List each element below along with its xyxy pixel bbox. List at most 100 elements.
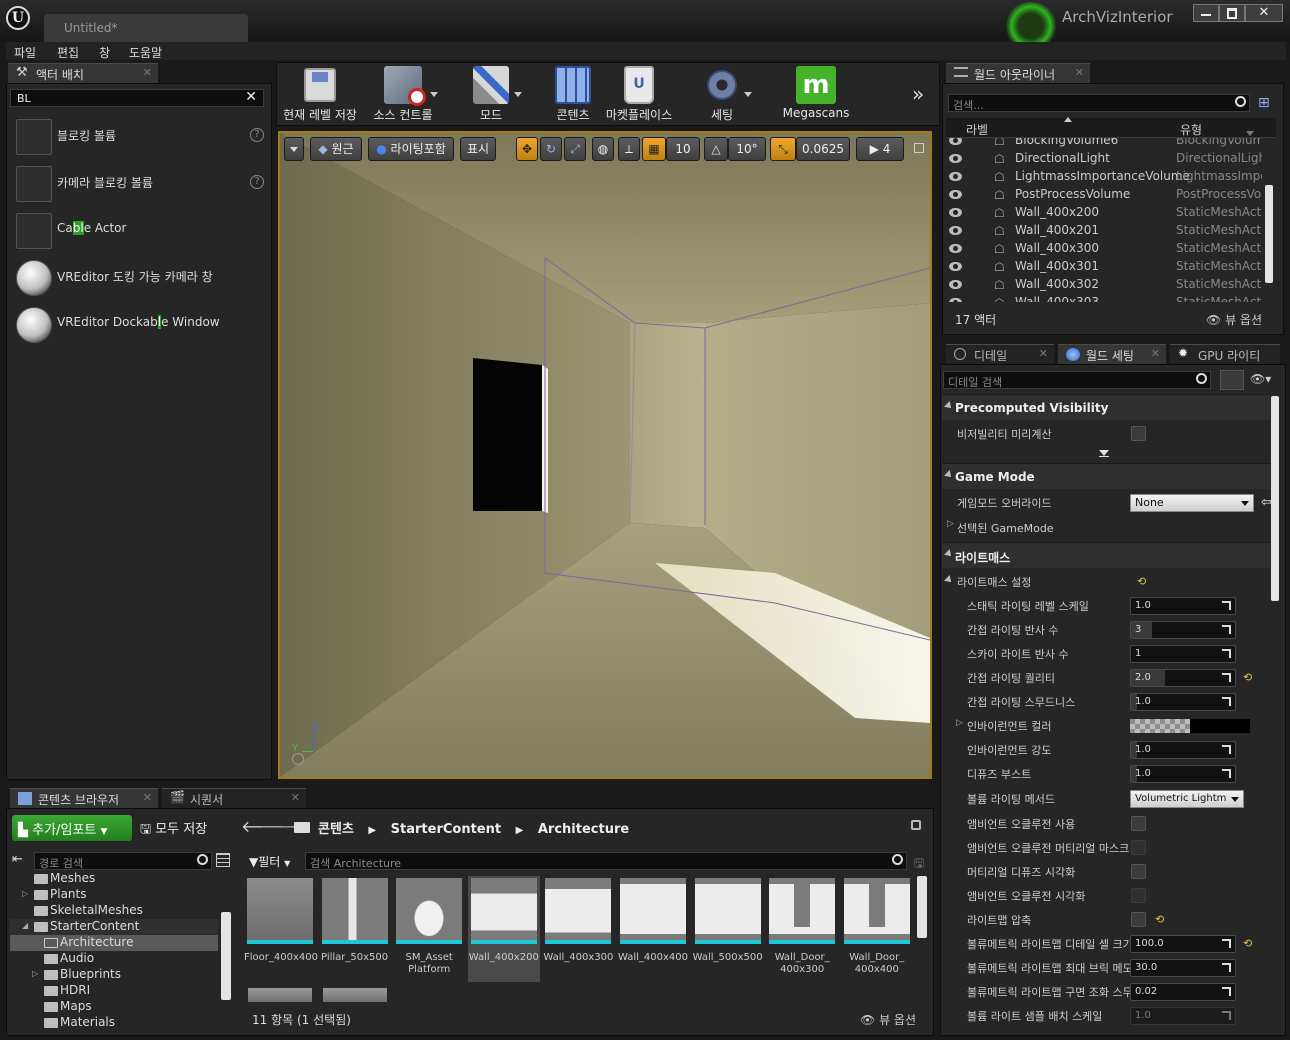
folder-tree-item[interactable]: SkeletalMeshes [10,903,218,919]
document-tab[interactable]: Untitled* [44,14,248,42]
property-number-field[interactable]: 2.0 [1130,669,1236,687]
visibility-eye-icon[interactable] [949,298,962,302]
rotation-snap-value[interactable]: 10° [728,137,766,161]
actor-list-item[interactable]: 카메라 블로킹 볼륨? [8,161,266,207]
close-icon[interactable]: ✕ [143,66,152,79]
actor-list-item[interactable]: 블로킹 볼륨? [8,114,266,160]
tab-world-outliner[interactable]: 월드 아웃라이너 ✕ [946,63,1090,83]
property-selected-gamemode[interactable]: ▷ 선택된 GameMode [942,515,1270,539]
asset-tile[interactable]: SM_Asset Platform [393,876,465,982]
outliner-row[interactable]: ☖ PostProcessVolume PostProcessVol [946,186,1272,204]
property-checkbox[interactable] [1131,912,1146,927]
visibility-eye-icon[interactable] [949,226,962,235]
close-icon[interactable]: ✕ [291,791,300,804]
category-lightmass[interactable]: 라이트매스 [942,542,1270,568]
reset-to-default-icon[interactable]: ⟲ [1243,671,1252,684]
help-icon[interactable]: ? [250,175,264,189]
property-checkbox[interactable] [1131,864,1146,879]
actor-list-item[interactable]: VREditor 도킹 가능 카메라 창 [8,255,266,301]
outliner-row[interactable]: ☖ Wall_400x303 StaticMeshActo [946,294,1272,302]
asset-tile[interactable]: Pillar_50x500 [319,876,391,982]
actor-list-item[interactable]: VREditor Dockable Window [8,302,266,348]
save-level-button[interactable]: 현재 레벨 저장 [280,64,360,124]
outliner-row[interactable]: ☖ Wall_400x301 StaticMeshActo [946,258,1272,276]
settings-button[interactable]: 세팅 [692,64,752,124]
property-number-field[interactable]: 3 [1130,621,1236,639]
tree-scrollbar[interactable] [221,912,231,1000]
actor-search-input[interactable]: BL ✕ [10,89,264,107]
rotation-snap-toggle[interactable]: △ [704,137,728,161]
visibility-eye-icon[interactable] [949,138,962,145]
chevron-down-icon[interactable] [430,92,438,97]
property-number-field[interactable]: 1.0 [1130,693,1236,711]
folder-tree-item[interactable]: Materials [10,1015,218,1031]
maximize-button[interactable] [1219,4,1245,22]
visibility-eye-icon[interactable] [949,190,962,199]
property-number-field[interactable]: 1 [1130,645,1236,663]
reset-to-default-icon[interactable]: ⟲ [1243,937,1252,950]
asset-tile[interactable]: Wall_Door_ 400x300 [766,876,838,982]
folder-tree-item[interactable]: Architecture [10,935,218,951]
outliner-scrollbar[interactable] [1265,185,1273,283]
modes-button[interactable]: 모드 [460,64,522,124]
save-search-icon[interactable]: 🖫 [914,854,924,875]
folder-tree-item[interactable]: ▷ Blueprints [10,967,218,983]
visibility-eye-icon[interactable] [949,172,962,181]
visibility-eye-icon[interactable] [949,208,962,217]
outliner-row[interactable]: ☖ DirectionalLight DirectionalLight [946,150,1272,168]
precompute-visibility-checkbox[interactable] [1131,426,1146,441]
scale-snap-value[interactable]: 0.0625 [796,137,850,161]
folder-tree-item[interactable]: Maps [10,999,218,1015]
property-number-field[interactable]: 100.0 [1130,935,1236,953]
minimize-button[interactable] [1193,4,1219,22]
property-checkbox[interactable] [1131,816,1146,831]
close-icon[interactable]: ✕ [1039,347,1048,360]
visibility-eye-icon[interactable] [949,154,962,163]
expand-icon[interactable]: ▷ [22,889,28,898]
help-icon[interactable]: ? [250,128,264,142]
asset-tile[interactable]: Floor_400x400 [244,876,318,982]
asset-search-input[interactable]: 검색 Architecture [305,852,907,870]
content-button[interactable]: 콘텐츠 [546,64,600,124]
show-button[interactable]: 표시 [460,137,496,161]
menu-edit[interactable]: 편집 [57,44,79,61]
folder-tree-item[interactable]: Audio [10,951,218,967]
clear-search-icon[interactable]: ✕ [245,89,257,105]
outliner-row[interactable]: ☖ LightmassImportanceVolume LightmassImp… [946,168,1272,186]
close-button[interactable]: ✕ [1245,4,1283,22]
gamemode-override-dropdown[interactable]: None [1130,494,1254,512]
lit-button[interactable]: ● 라이팅포함 [368,137,454,161]
folder-tree-item[interactable]: HDRI [10,983,218,999]
marketplace-button[interactable]: U 마켓플레이스 [600,64,678,124]
col-label[interactable]: 라벨 [966,121,988,138]
lock-icon[interactable] [911,820,921,830]
asset-tile[interactable]: Wall_400x300 [542,876,614,982]
outliner-view-options-button[interactable]: 👁 뷰 옵션 [1206,311,1262,328]
translate-tool-button[interactable]: ✥ [516,137,538,161]
col-type[interactable]: 유형 [1180,121,1202,138]
content-view-options-button[interactable]: 👁 뷰 옵션 [860,1011,916,1028]
visibility-eye-icon[interactable] [949,262,962,271]
property-number-field[interactable]: 1.0 [1130,1007,1236,1025]
visibility-eye-icon[interactable] [949,244,962,253]
folder-tree-item[interactable]: ▷ Plants [10,887,218,903]
toolbar-expand-icon[interactable]: » [912,82,924,106]
surface-snap-button[interactable]: ⟂ [618,137,640,161]
asset-thumb-partial[interactable] [248,988,312,1002]
volume-lighting-method-dropdown[interactable]: Volumetric Lightm [1130,790,1244,808]
environment-color-swatch[interactable] [1130,719,1250,733]
reset-to-default-icon[interactable]: ⟲ [1155,913,1164,926]
scale-snap-toggle[interactable]: ⤡ [770,137,796,161]
menu-window[interactable]: 창 [99,44,110,61]
expand-icon[interactable]: ◢ [22,921,28,930]
breadcrumb-architecture[interactable]: Architecture [538,822,629,837]
details-search-input[interactable]: 디테일 검색 [943,371,1211,389]
property-number-field[interactable]: 1.0 [1130,765,1236,783]
breadcrumb-startercontent[interactable]: StarterContent [391,822,501,837]
add-import-button[interactable]: ▙ 추가/임포트 ▼ [12,815,132,841]
close-icon[interactable]: ✕ [1075,66,1084,79]
breadcrumb-content[interactable]: 콘텐츠 [318,822,354,837]
sources-toggle-icon[interactable]: ⇤ [12,852,23,867]
expand-icon[interactable]: ▷ [32,969,38,978]
tab-gpu-lightmass[interactable]: ✹ GPU 라이티 [1170,344,1280,364]
